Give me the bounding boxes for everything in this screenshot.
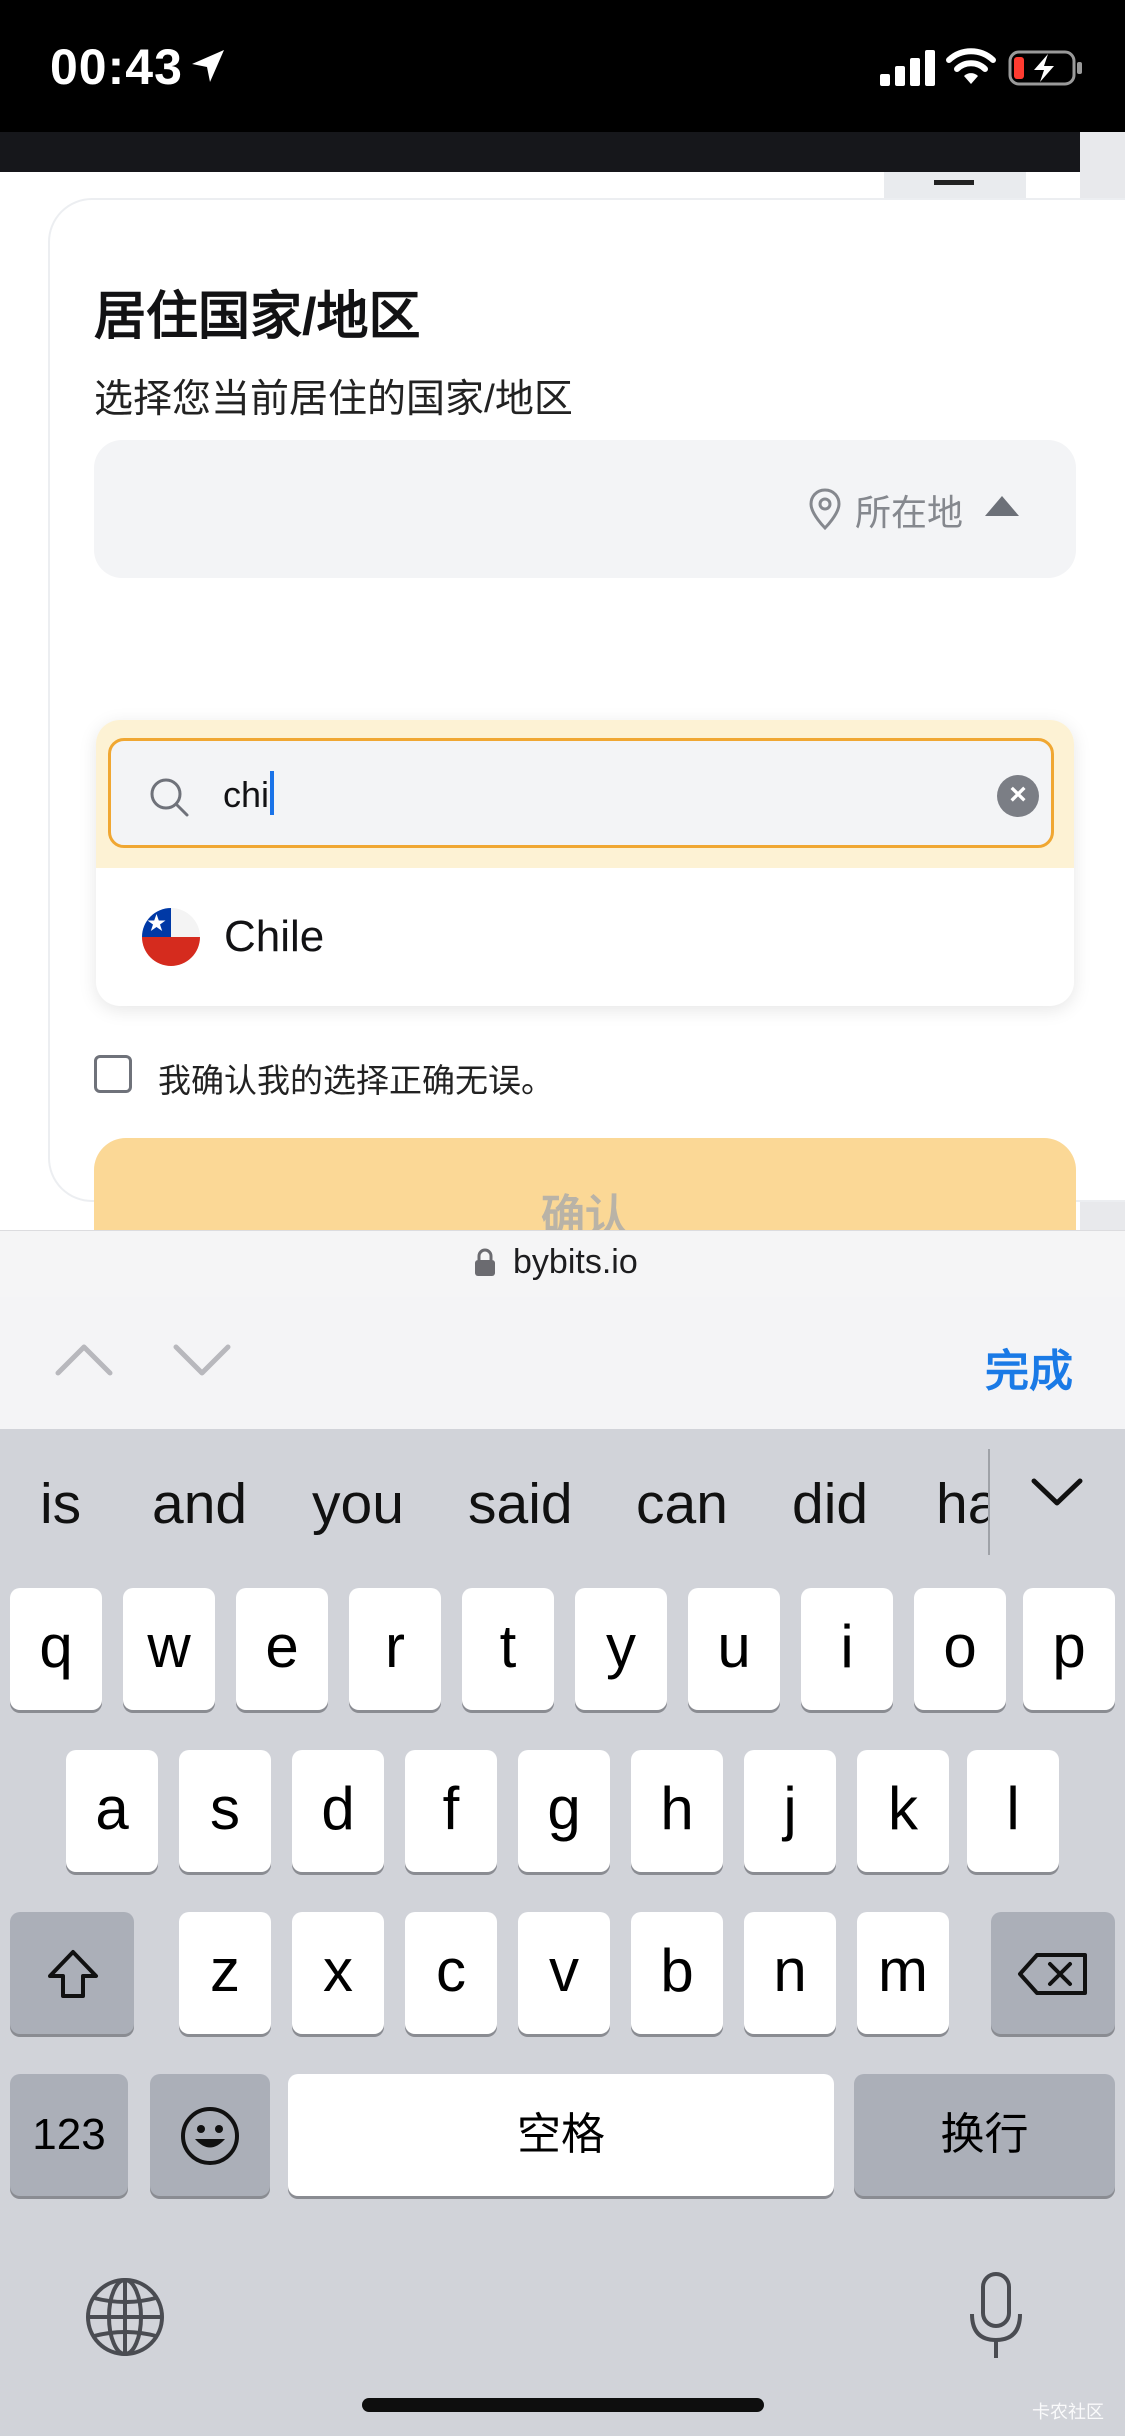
key-d[interactable]: d <box>292 1750 384 1872</box>
key-o[interactable]: o <box>914 1588 1006 1710</box>
suggestion-item[interactable]: did <box>792 1471 868 1537</box>
done-button[interactable]: 完成 <box>985 1335 1073 1399</box>
chevron-down-icon[interactable] <box>1030 1473 1084 1513</box>
suggestion-item[interactable]: can <box>636 1471 728 1537</box>
status-time: 00:43 <box>50 39 183 95</box>
key-f[interactable]: f <box>405 1750 497 1872</box>
confirm-checkbox[interactable] <box>94 1055 132 1093</box>
suggestion-item[interactable]: and <box>152 1471 247 1537</box>
card-subtitle: 选择您当前居住的国家/地区 <box>94 378 573 421</box>
home-indicator <box>362 2398 764 2412</box>
key-j[interactable]: j <box>744 1750 836 1872</box>
location-label[interactable]: 所在地 <box>855 484 963 536</box>
chile-flag-icon <box>142 908 200 966</box>
key-h[interactable]: h <box>631 1750 723 1872</box>
backspace-key[interactable] <box>991 1912 1115 2034</box>
menu-icon <box>934 180 974 185</box>
key-u[interactable]: u <box>688 1588 780 1710</box>
key-x[interactable]: x <box>292 1912 384 2034</box>
key-z[interactable]: z <box>179 1912 271 2034</box>
country-option-chile[interactable]: Chile <box>96 868 1074 1006</box>
key-r[interactable]: r <box>349 1588 441 1710</box>
search-focus-ring: chi × <box>96 720 1074 868</box>
key-k[interactable]: k <box>857 1750 949 1872</box>
key-y[interactable]: y <box>575 1588 667 1710</box>
key-g[interactable]: g <box>518 1750 610 1872</box>
key-n[interactable]: n <box>744 1912 836 2034</box>
shift-key[interactable] <box>10 1912 134 2034</box>
clear-search-button[interactable]: × <box>997 775 1039 817</box>
status-bar: 00:43 <box>0 0 1125 132</box>
suggestion-divider <box>988 1449 990 1555</box>
suggestion-bar: is and you said can did ha <box>0 1429 1125 1581</box>
previous-field-chevron-up-icon[interactable] <box>54 1339 114 1379</box>
key-l[interactable]: l <box>967 1750 1059 1872</box>
key-b[interactable]: b <box>631 1912 723 2034</box>
country-search-input[interactable]: chi × <box>108 738 1054 848</box>
numbers-key[interactable]: 123 <box>10 2074 128 2196</box>
cellular-signal-icon <box>880 50 935 86</box>
country-option-label: Chile <box>224 912 325 961</box>
next-field-chevron-down-icon[interactable] <box>172 1341 232 1381</box>
space-key[interactable]: 空格 <box>288 2074 834 2196</box>
search-icon <box>150 778 189 817</box>
suggestion-item[interactable]: ha <box>936 1471 988 1537</box>
emoji-key[interactable] <box>150 2074 270 2196</box>
country-dropdown: chi × Chile <box>96 720 1074 1006</box>
battery-charging-icon <box>1008 50 1082 86</box>
form-accessory-bar: 完成 <box>0 1297 1125 1429</box>
key-v[interactable]: v <box>518 1912 610 2034</box>
key-t[interactable]: t <box>462 1588 554 1710</box>
lock-icon <box>475 1248 495 1276</box>
shift-icon <box>48 1950 98 1998</box>
caret-up-icon[interactable] <box>985 496 1019 516</box>
key-a[interactable]: a <box>66 1750 158 1872</box>
location-arrow-icon <box>192 50 224 82</box>
wifi-icon <box>946 48 996 84</box>
globe-icon[interactable] <box>84 2276 166 2358</box>
suggestion-item[interactable]: is <box>40 1471 81 1537</box>
confirm-checkbox-label[interactable]: 我确认我的选择正确无误。 <box>158 1054 554 1102</box>
key-w[interactable]: w <box>123 1588 215 1710</box>
watermark: 卡农社区 <box>1032 2402 1104 2422</box>
key-q[interactable]: q <box>10 1588 102 1710</box>
search-input-value[interactable]: chi <box>223 771 275 816</box>
key-i[interactable]: i <box>801 1588 893 1710</box>
browser-url-bar[interactable]: bybits.io <box>0 1230 1125 1298</box>
backspace-icon <box>1018 1953 1087 1995</box>
url-text: bybits.io <box>513 1243 638 1281</box>
key-c[interactable]: c <box>405 1912 497 2034</box>
microphone-icon[interactable] <box>966 2270 1026 2362</box>
suggestion-item[interactable]: you <box>312 1471 404 1537</box>
card-title: 居住国家/地区 <box>94 288 421 346</box>
return-key[interactable]: 换行 <box>854 2074 1115 2196</box>
key-m[interactable]: m <box>857 1912 949 2034</box>
key-p[interactable]: p <box>1023 1588 1115 1710</box>
location-pin-icon <box>809 488 841 530</box>
suggestion-item[interactable]: said <box>468 1471 573 1537</box>
site-header-strip <box>0 132 1080 172</box>
emoji-icon <box>181 2107 239 2165</box>
key-e[interactable]: e <box>236 1588 328 1710</box>
key-s[interactable]: s <box>179 1750 271 1872</box>
text-cursor <box>270 771 275 815</box>
